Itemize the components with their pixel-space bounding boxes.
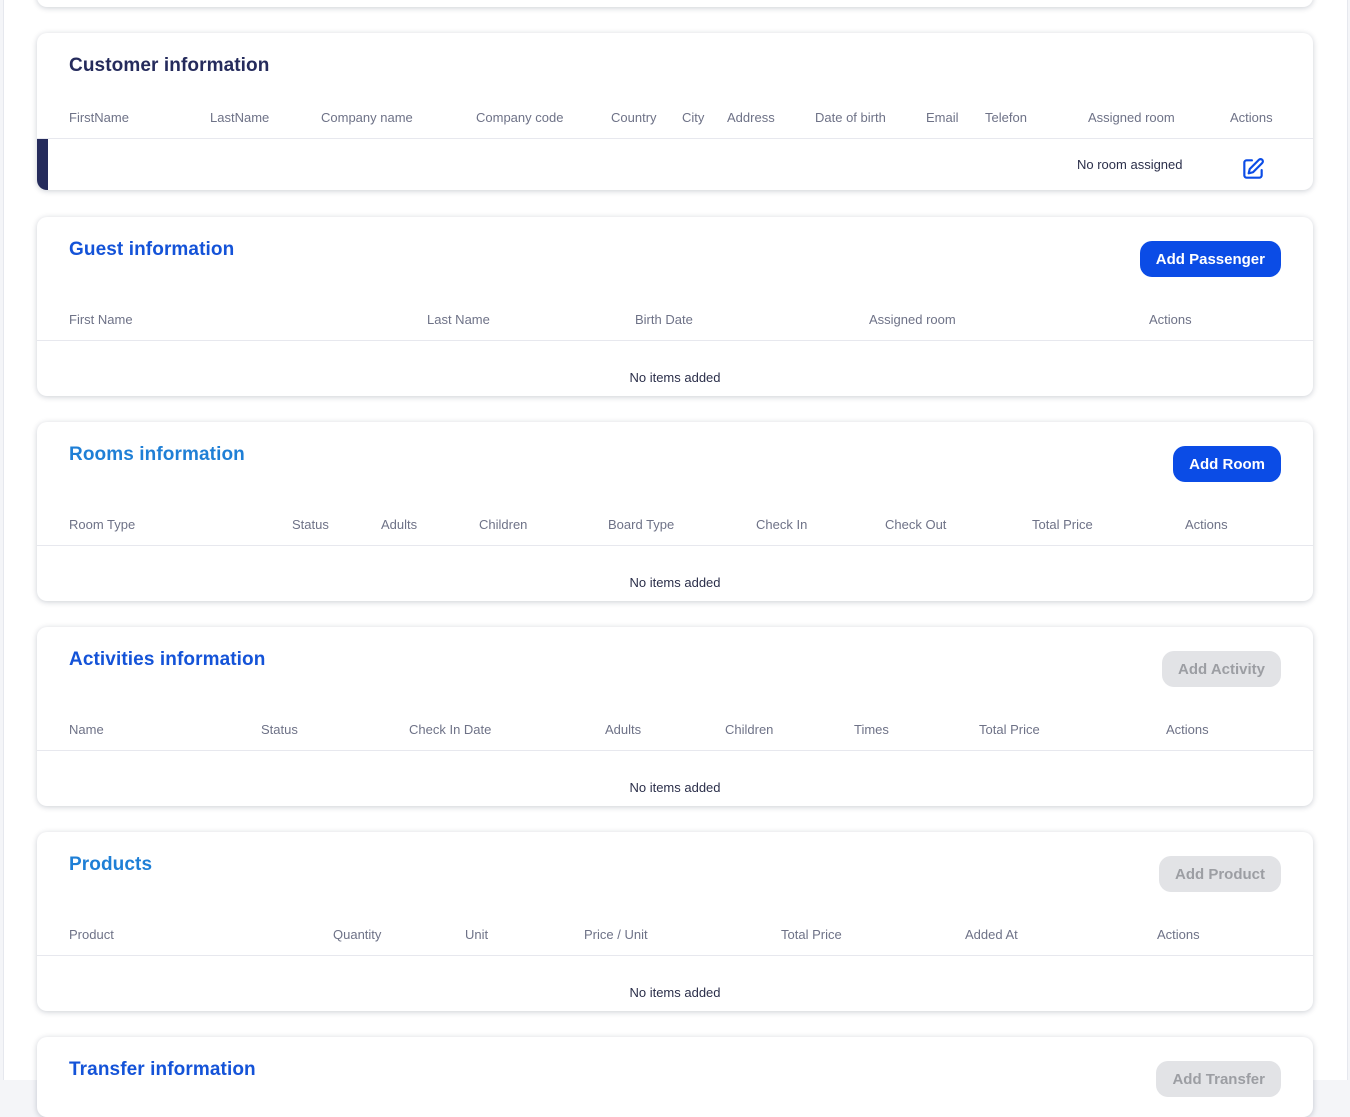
column-header-adults: Adults: [605, 722, 642, 737]
guest-information-title: Guest information: [69, 239, 235, 260]
add-transfer-button[interactable]: Add Transfer: [1156, 1061, 1281, 1097]
column-header-country: Country: [611, 110, 657, 125]
edit-icon[interactable]: [1240, 156, 1266, 182]
rooms-table-header: Room Type Status Adults Children Board T…: [37, 517, 1313, 537]
column-header-price-per-unit: Price / Unit: [584, 927, 648, 942]
column-header-address: Address: [727, 110, 775, 125]
column-header-status: Status: [261, 722, 298, 737]
column-header-total-price: Total Price: [979, 722, 1040, 737]
column-header-email: Email: [926, 110, 959, 125]
column-header-quantity: Quantity: [333, 927, 382, 942]
column-header-check-in: Check In: [756, 517, 808, 532]
column-header-assigned-room: Assigned room: [1088, 110, 1175, 125]
products-table-header: Product Quantity Unit Price / Unit Total…: [37, 927, 1313, 947]
activities-information-title: Activities information: [69, 649, 266, 670]
customer-table-row: No room assigned: [37, 139, 1313, 190]
column-header-room-type: Room Type: [69, 517, 136, 532]
activities-information-card: Activities information Add Activity Name…: [37, 627, 1313, 806]
activities-empty-state: No items added: [629, 780, 721, 795]
rooms-empty-state: No items added: [629, 575, 721, 590]
previous-card: [37, 0, 1313, 7]
add-room-button[interactable]: Add Room: [1173, 446, 1281, 482]
add-product-button[interactable]: Add Product: [1159, 856, 1281, 892]
column-header-lastname: LastName: [210, 110, 270, 125]
rooms-header-divider: [37, 545, 1313, 546]
products-title: Products: [69, 854, 153, 875]
column-header-company-code: Company code: [476, 110, 564, 125]
column-header-children: Children: [725, 722, 774, 737]
customer-table-header: FirstName LastName Company name Company …: [37, 110, 1313, 130]
column-header-check-in-date: Check In Date: [409, 722, 492, 737]
guest-header-divider: [37, 340, 1313, 341]
products-header-divider: [37, 955, 1313, 956]
column-header-assigned-room: Assigned room: [869, 312, 956, 327]
assigned-room-value: No room assigned: [1077, 157, 1183, 172]
customer-information-title: Customer information: [69, 55, 270, 76]
column-header-children: Children: [479, 517, 528, 532]
column-header-board-type: Board Type: [608, 517, 675, 532]
guest-information-card: Guest information Add Passenger First Na…: [37, 217, 1313, 396]
activities-table-header: Name Status Check In Date Adults Childre…: [37, 722, 1313, 742]
guest-empty-state: No items added: [629, 370, 721, 385]
column-header-actions: Actions: [1149, 312, 1192, 327]
row-selected-accent: [37, 139, 48, 190]
activities-header-divider: [37, 750, 1313, 751]
add-passenger-button[interactable]: Add Passenger: [1139, 241, 1281, 277]
rooms-information-card: Rooms information Add Room Room Type Sta…: [37, 422, 1313, 601]
column-header-adults: Adults: [381, 517, 418, 532]
column-header-check-out: Check Out: [885, 517, 947, 532]
column-header-unit: Unit: [465, 927, 489, 942]
column-header-birth-date: Birth Date: [635, 312, 693, 327]
column-header-city: City: [682, 110, 705, 125]
column-header-times: Times: [854, 722, 889, 737]
guest-table-header: First Name Last Name Birth Date Assigned…: [37, 312, 1313, 332]
column-header-total-price: Total Price: [1032, 517, 1093, 532]
customer-information-card: Customer information FirstName LastName …: [37, 33, 1313, 190]
column-header-actions: Actions: [1185, 517, 1228, 532]
column-header-actions: Actions: [1230, 110, 1273, 125]
rooms-information-title: Rooms information: [69, 444, 245, 465]
column-header-firstname: FirstName: [69, 110, 129, 125]
transfer-information-card: Transfer information Add Transfer: [37, 1037, 1313, 1117]
column-header-telefon: Telefon: [985, 110, 1027, 125]
column-header-name: Name: [69, 722, 104, 737]
products-empty-state: No items added: [629, 985, 721, 1000]
transfer-information-title: Transfer information: [69, 1059, 256, 1080]
column-header-status: Status: [292, 517, 329, 532]
column-header-actions: Actions: [1166, 722, 1209, 737]
column-header-actions: Actions: [1157, 927, 1200, 942]
column-header-date-of-birth: Date of birth: [815, 110, 886, 125]
column-header-first-name: First Name: [69, 312, 133, 327]
column-header-added-at: Added At: [965, 927, 1018, 942]
add-activity-button[interactable]: Add Activity: [1162, 651, 1281, 687]
column-header-last-name: Last Name: [427, 312, 490, 327]
products-card: Products Add Product Product Quantity Un…: [37, 832, 1313, 1011]
column-header-total-price: Total Price: [781, 927, 842, 942]
column-header-product: Product: [69, 927, 114, 942]
column-header-company-name: Company name: [321, 110, 413, 125]
